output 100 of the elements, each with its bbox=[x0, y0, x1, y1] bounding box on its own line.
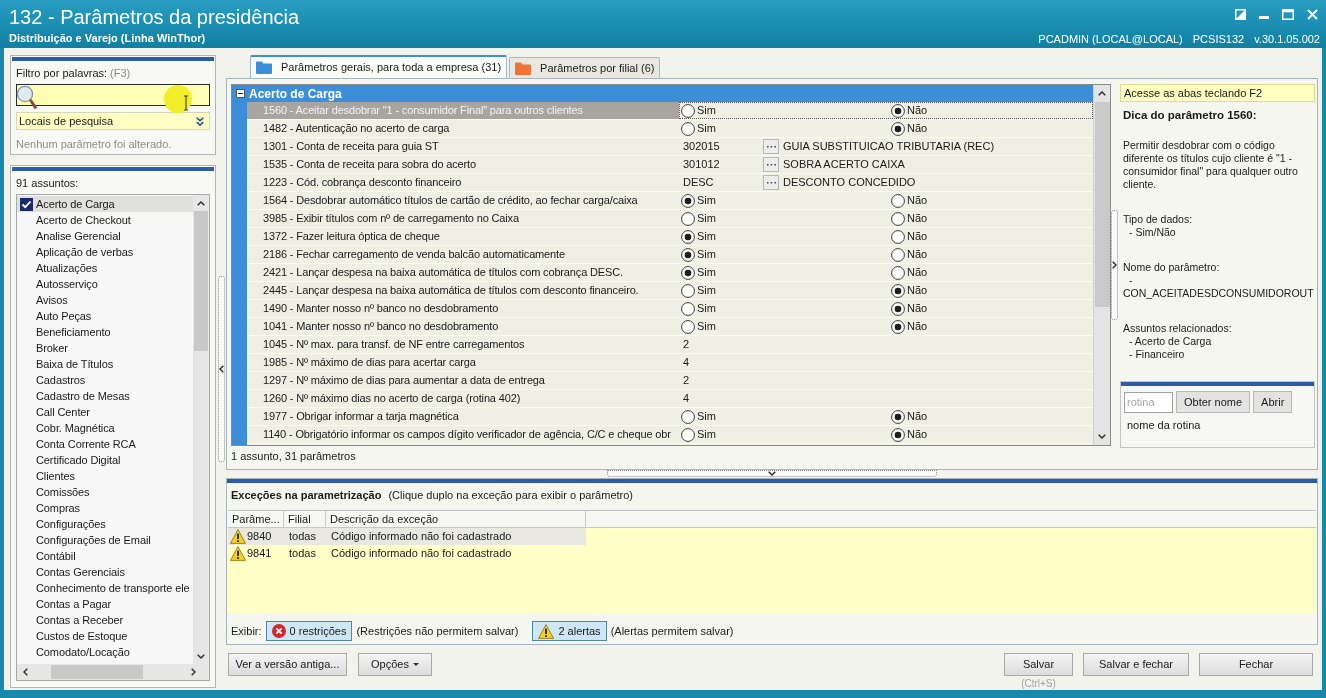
list-item[interactable]: Baixa de Títulos bbox=[17, 356, 193, 372]
radio-option[interactable]: Não bbox=[891, 120, 928, 137]
tab[interactable]: Parâmetros por filial (6) bbox=[509, 57, 661, 78]
radio-option[interactable]: Não bbox=[891, 210, 928, 227]
vertical-scrollbar[interactable] bbox=[1093, 85, 1110, 445]
lookup-button[interactable] bbox=[763, 139, 779, 154]
search-locations-dropdown[interactable]: Locais de pesquisa bbox=[16, 112, 210, 130]
routine-button[interactable]: Abrir bbox=[1253, 391, 1293, 413]
radio-option[interactable]: Sim bbox=[681, 282, 891, 299]
parameter-name-cell[interactable]: 1041 - Manter nosso nº banco no desdobramento bbox=[247, 318, 679, 335]
radio-option[interactable]: Não bbox=[891, 300, 928, 317]
action-button[interactable]: Salvar bbox=[1004, 653, 1073, 676]
routine-button[interactable]: Obter nome bbox=[1176, 391, 1251, 413]
list-item[interactable]: Auto Peças bbox=[17, 308, 193, 324]
collapse-icon[interactable] bbox=[236, 89, 245, 98]
exception-row[interactable]: 9841 todas Código informado não foi cadastrado bbox=[228, 545, 586, 562]
radio-option[interactable]: Sim bbox=[681, 228, 891, 245]
list-item[interactable]: Conta Corrente RCA bbox=[17, 436, 193, 452]
list-item[interactable]: Comodato/Locação bbox=[17, 644, 193, 660]
list-item[interactable]: Broker bbox=[17, 340, 193, 356]
parameter-name-cell[interactable]: 2445 - Lançar despesa na baixa automática de títulos com desconto financeiro. bbox=[247, 282, 679, 299]
list-item[interactable]: Contas Gerenciais bbox=[17, 564, 193, 580]
list-item[interactable]: Beneficiamento bbox=[17, 324, 193, 340]
parameter-name-cell[interactable]: 1297 - Nº máximo de dias para aumentar a data de entrega bbox=[247, 372, 679, 389]
action-button[interactable]: Salvar e fechar bbox=[1083, 653, 1189, 676]
radio-option[interactable]: Não bbox=[891, 282, 928, 299]
list-item[interactable]: Acerto de Carga bbox=[17, 196, 193, 212]
action-button[interactable]: Ver a versão antiga... bbox=[228, 653, 347, 676]
parameter-name-cell[interactable]: 1977 - Obrigar informar a tarja magnética bbox=[247, 408, 679, 425]
parameter-name-cell[interactable]: 2186 - Fechar carregamento de venda balcão automaticamente bbox=[247, 246, 679, 263]
radio-option[interactable]: Não bbox=[891, 426, 928, 443]
list-item[interactable]: Custos de Estoque bbox=[17, 628, 193, 644]
splitter-handle[interactable] bbox=[1111, 210, 1118, 320]
scrollbar-thumb[interactable] bbox=[51, 665, 143, 679]
list-item[interactable]: Call Center bbox=[17, 404, 193, 420]
list-item[interactable]: Cadastros bbox=[17, 372, 193, 388]
column-header[interactable]: Parâme... bbox=[228, 511, 284, 527]
radio-option[interactable]: Sim bbox=[681, 300, 891, 317]
parameter-name-cell[interactable]: 3985 - Exibir títulos com nº de carregamento no Caixa bbox=[247, 210, 679, 227]
half-square-icon[interactable] bbox=[1235, 8, 1246, 20]
tab[interactable]: Parâmetros gerais, para toda a empresa (31) bbox=[250, 55, 508, 78]
parameter-name-cell[interactable]: 1535 - Conta de receita para sobra do acerto bbox=[247, 156, 679, 173]
radio-option[interactable]: Sim bbox=[681, 210, 891, 227]
radio-option[interactable]: Não bbox=[891, 264, 928, 281]
list-item[interactable]: Certificado Digital bbox=[17, 452, 193, 468]
vertical-scrollbar[interactable] bbox=[193, 195, 209, 664]
list-item[interactable]: Analise Gerencial bbox=[17, 228, 193, 244]
radio-option[interactable]: Sim bbox=[681, 318, 891, 335]
parameter-name-cell[interactable]: 1490 - Manter nosso nº banco no desdobramento bbox=[247, 300, 679, 317]
radio-option[interactable]: Não bbox=[891, 318, 928, 335]
scrollbar-thumb[interactable] bbox=[1094, 102, 1110, 307]
parameter-name-cell[interactable]: 1482 - Autenticação no acerto de carga bbox=[247, 120, 679, 137]
column-header[interactable]: Descrição da exceção bbox=[326, 511, 586, 527]
parameter-name-cell[interactable]: 1223 - Cód. cobrança desconto financeiro bbox=[247, 174, 679, 191]
scrollbar-thumb[interactable] bbox=[194, 211, 208, 351]
list-item[interactable]: Conhecimento de transporte ele bbox=[17, 580, 193, 596]
routine-input[interactable]: rotina bbox=[1124, 391, 1173, 413]
list-item[interactable]: Contas a Pagar bbox=[17, 596, 193, 612]
radio-option[interactable]: Não bbox=[891, 102, 928, 119]
list-item[interactable]: Configurações de Email bbox=[17, 532, 193, 548]
list-item[interactable]: Configurações bbox=[17, 516, 193, 532]
action-button[interactable]: Opções bbox=[358, 653, 432, 676]
list-item[interactable]: Autosserviço bbox=[17, 276, 193, 292]
checkbox-icon[interactable] bbox=[20, 197, 33, 211]
filter-toggle[interactable]: 0 restrições bbox=[265, 621, 353, 641]
action-button[interactable]: Fechar bbox=[1199, 653, 1313, 676]
radio-option[interactable]: Não bbox=[891, 246, 928, 263]
list-item[interactable]: Avisos bbox=[17, 292, 193, 308]
close-icon[interactable] bbox=[1307, 8, 1318, 20]
list-item[interactable]: Compras bbox=[17, 500, 193, 516]
parameter-name-cell[interactable]: 1985 - Nº máximo de dias para acertar carga bbox=[247, 354, 679, 371]
radio-option[interactable]: Sim bbox=[681, 102, 891, 119]
list-item[interactable]: Clientes bbox=[17, 468, 193, 484]
list-item[interactable]: Contábil bbox=[17, 548, 193, 564]
parameter-name-cell[interactable]: 1564 - Desdobrar automático títulos de cartão de crédito, ao fechar carga/caixa bbox=[247, 192, 679, 209]
radio-option[interactable]: Não bbox=[891, 408, 928, 425]
radio-option[interactable]: Sim bbox=[681, 192, 891, 209]
parameter-name-cell[interactable]: 1301 - Conta de receita para guia ST bbox=[247, 138, 679, 155]
list-item[interactable]: Aplicação de verbas bbox=[17, 244, 193, 260]
lookup-button[interactable] bbox=[763, 157, 779, 172]
list-item[interactable]: Contas a Receber bbox=[17, 612, 193, 628]
parameter-name-cell[interactable]: 1260 - Nº máximo dias no acerto de carga (rotina 402) bbox=[247, 390, 679, 407]
parameter-name-cell[interactable]: 1045 - Nº max. para transf. de NF entre carregamentos bbox=[247, 336, 679, 353]
lookup-button[interactable] bbox=[763, 175, 779, 190]
exception-row[interactable]: 9840 todas Código informado não foi cadastrado bbox=[228, 528, 586, 545]
radio-option[interactable]: Não bbox=[891, 228, 928, 245]
list-item[interactable]: Comissões bbox=[17, 484, 193, 500]
list-item[interactable]: Atualizações bbox=[17, 260, 193, 276]
parameter-name-cell[interactable]: 2421 - Lançar despesa na baixa automática de títulos com cobrança DESC. bbox=[247, 264, 679, 281]
filter-toggle[interactable]: 2 alertas bbox=[532, 621, 607, 641]
list-item[interactable]: Cobr. Magnética bbox=[17, 420, 193, 436]
list-item[interactable]: Cadastro de Mesas bbox=[17, 388, 193, 404]
parameter-name-cell[interactable]: 1140 - Obrigatório informar os campos dígito verificador de agência, C/C e cheque obr bbox=[247, 426, 679, 443]
radio-option[interactable]: Sim bbox=[681, 120, 891, 137]
radio-option[interactable]: Sim bbox=[681, 426, 891, 443]
radio-option[interactable]: Sim bbox=[681, 246, 891, 263]
horizontal-scrollbar[interactable] bbox=[17, 664, 209, 680]
maximize-icon[interactable] bbox=[1282, 8, 1294, 20]
radio-option[interactable]: Não bbox=[891, 192, 928, 209]
parameter-name-cell[interactable]: 1372 - Fazer leitura óptica de cheque bbox=[247, 228, 679, 245]
